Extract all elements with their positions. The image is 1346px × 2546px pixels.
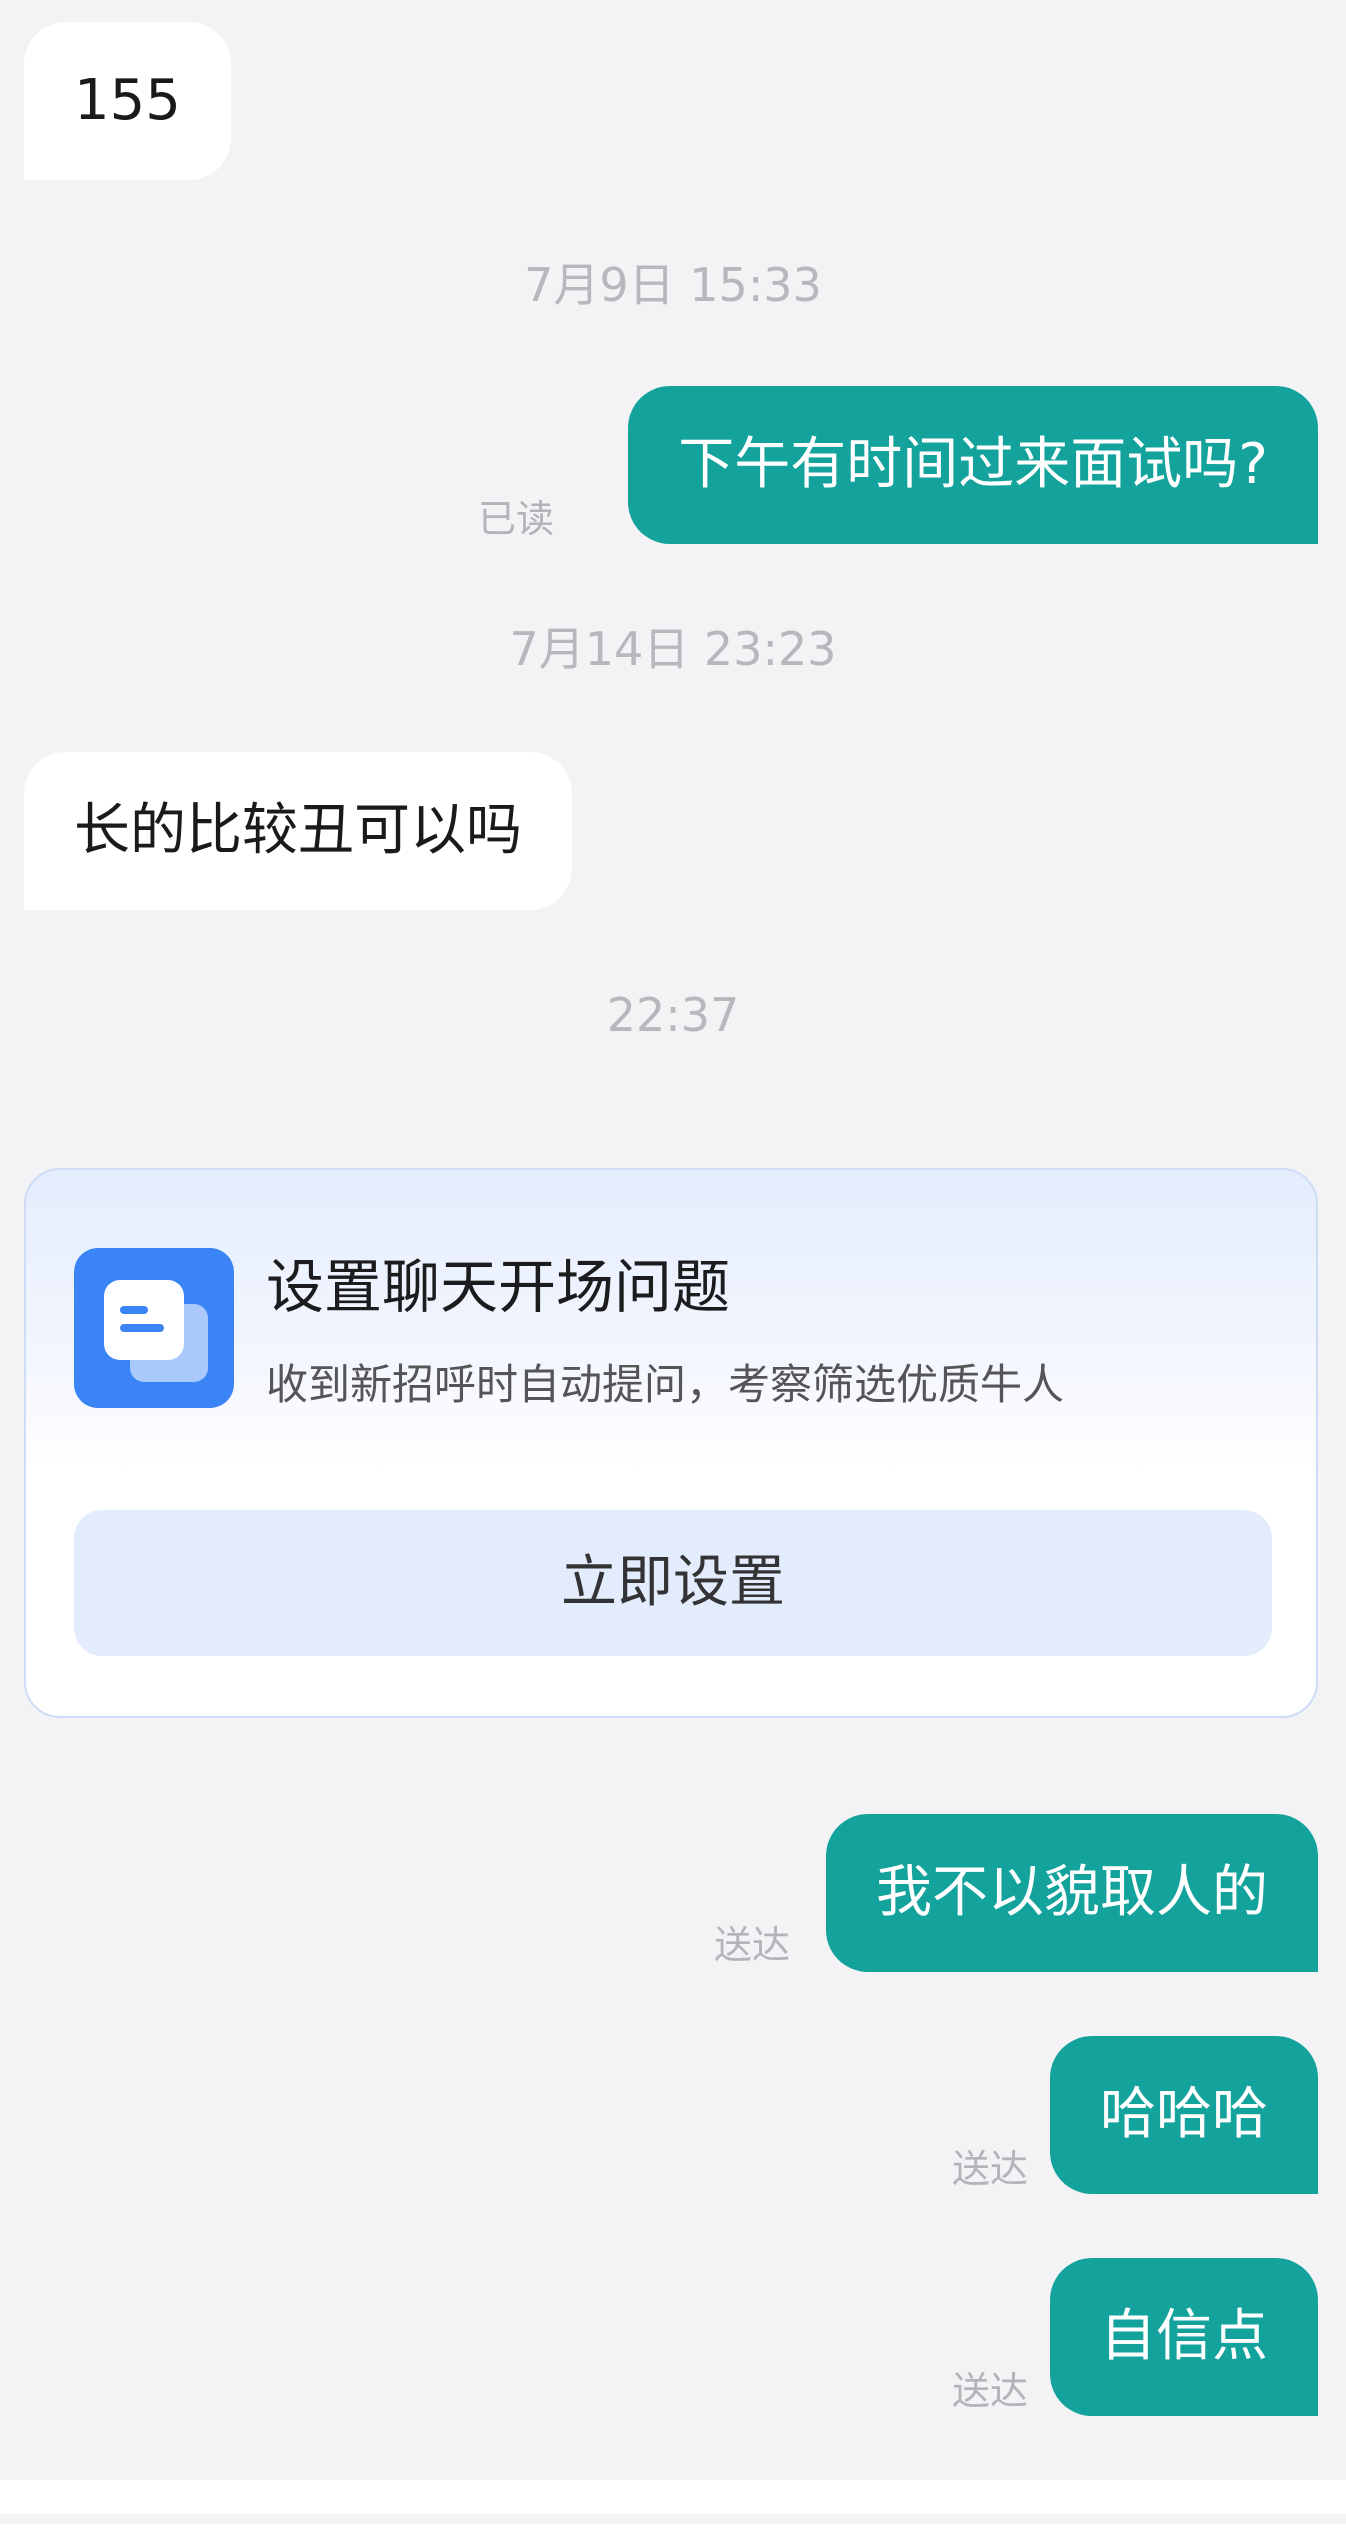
delivered-status: 送达 bbox=[951, 2369, 1028, 2413]
card-description: 收到新招呼时自动提问，考察筛选优质牛人 bbox=[266, 1360, 1065, 1409]
outgoing-message-bubble[interactable]: 哈哈哈 bbox=[1050, 2036, 1318, 2194]
delivered-status: 送达 bbox=[951, 2147, 1028, 2191]
chat-timestamp: 22:37 bbox=[606, 988, 740, 1042]
message-text: 我不以貌取人的 bbox=[876, 1860, 1268, 1925]
divider bbox=[0, 2514, 1346, 2524]
chat-document-icon bbox=[74, 1248, 234, 1408]
message-text: 哈哈哈 bbox=[1100, 2082, 1268, 2147]
outgoing-message-bubble[interactable]: 自信点 bbox=[1050, 2258, 1318, 2416]
outgoing-message-bubble[interactable]: 我不以貌取人的 bbox=[826, 1814, 1318, 1972]
set-now-button[interactable]: 立即设置 bbox=[74, 1510, 1272, 1656]
message-text: 155 bbox=[74, 68, 181, 133]
chat-timestamp: 7月9日 15:33 bbox=[524, 258, 822, 312]
chat-thread: 155 7月9日 15:33 已读 下午有时间过来面试吗? 7月14日 23:2… bbox=[0, 0, 1346, 2480]
card-title: 设置聊天开场问题 bbox=[266, 1253, 731, 1321]
opening-question-card: 设置聊天开场问题 收到新招呼时自动提问，考察筛选优质牛人 立即设置 bbox=[24, 1168, 1318, 1718]
message-text: 长的比较丑可以吗 bbox=[74, 798, 522, 863]
outgoing-message-bubble[interactable]: 下午有时间过来面试吗? bbox=[628, 386, 1318, 544]
incoming-message-bubble[interactable]: 长的比较丑可以吗 bbox=[24, 752, 572, 910]
chat-timestamp: 7月14日 23:23 bbox=[509, 622, 837, 676]
delivered-status: 送达 bbox=[713, 1923, 790, 1967]
message-text: 自信点 bbox=[1100, 2304, 1268, 2369]
incoming-message-bubble[interactable]: 155 bbox=[24, 22, 231, 180]
input-bar bbox=[0, 2480, 1346, 2546]
message-text: 下午有时间过来面试吗? bbox=[678, 432, 1268, 497]
read-status: 已读 bbox=[477, 497, 554, 541]
